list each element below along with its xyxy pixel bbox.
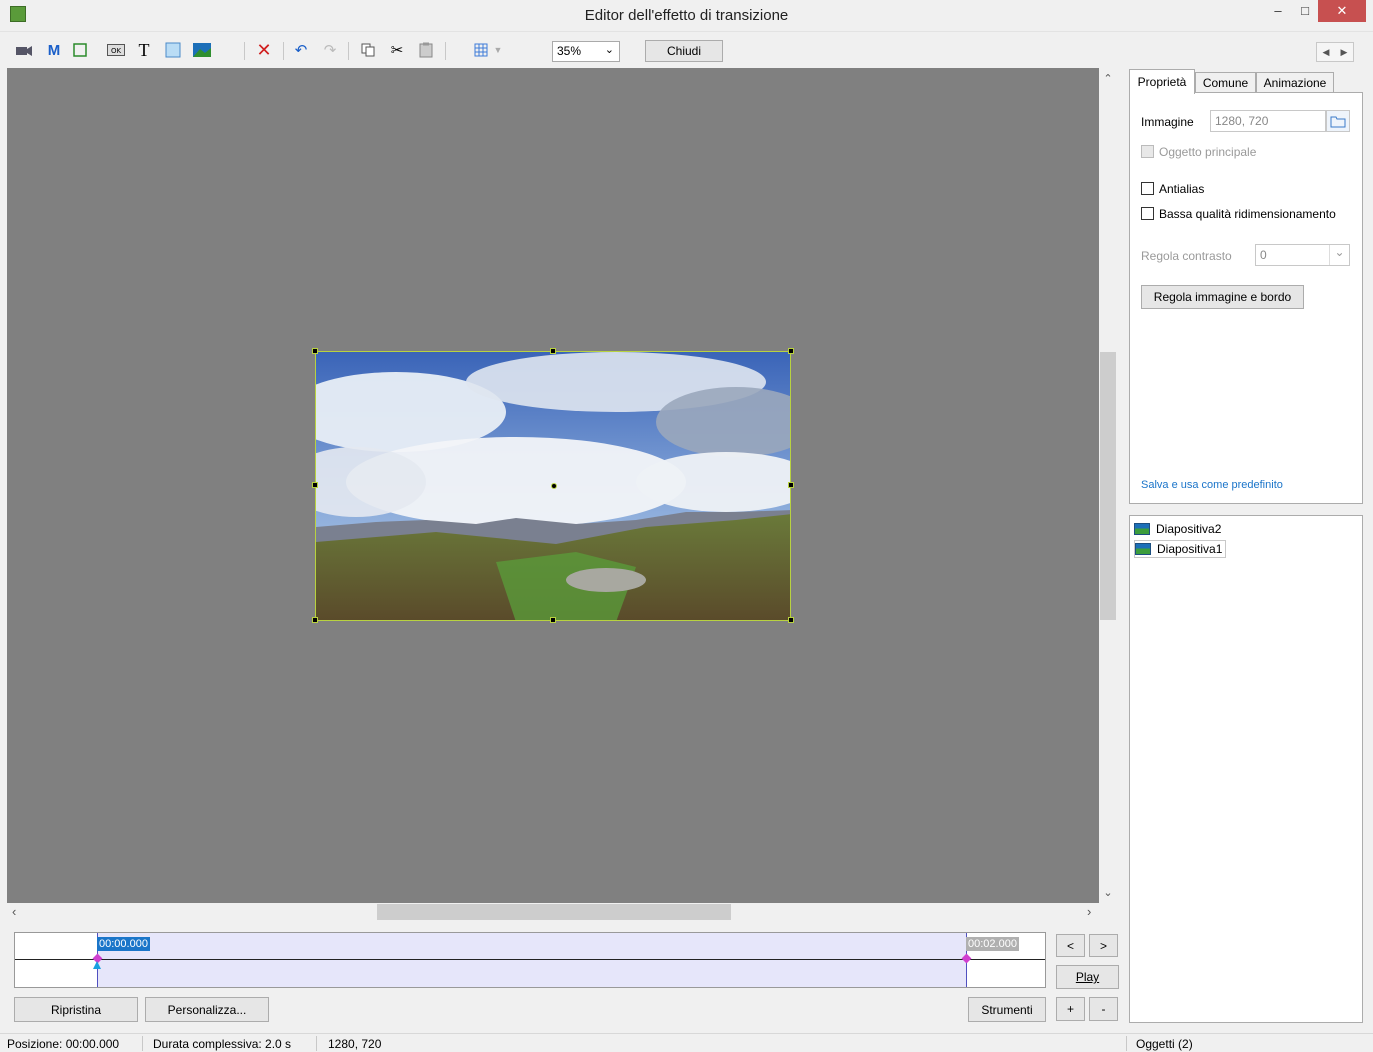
timeline[interactable]: 00:00.000 00:02.000 [14,932,1046,988]
arrow-right-icon[interactable]: ▶ [1341,47,1348,58]
chevron-down-icon: ⌄ [1329,245,1349,265]
properties-panel: Immagine 1280, 720 Oggetto principale An… [1129,92,1363,504]
customize-button[interactable]: Personalizza... [145,997,269,1022]
contrast-label: Regola contrasto [1141,249,1232,263]
delete-icon[interactable]: ✕ [254,40,274,60]
arrow-left-icon[interactable]: ◀ [1323,47,1330,58]
title-bar: Editor dell'effetto di transizione – □ ✕ [0,0,1373,32]
tab-properties[interactable]: Proprietà [1129,69,1195,94]
frame-icon[interactable] [70,40,90,60]
resize-handle-right[interactable] [788,482,794,488]
resize-handle-bottom[interactable] [550,617,556,623]
image-icon [1134,523,1150,535]
resize-handle-left[interactable] [312,482,318,488]
prev-button[interactable]: < [1056,934,1085,957]
horizontal-scroll-thumb[interactable] [377,904,731,920]
status-bar: Posizione: 00:00.000 Durata complessiva:… [0,1033,1373,1052]
image-label: Immagine [1141,115,1194,129]
cut-icon[interactable]: ✂ [387,40,407,60]
main-object-label: Oggetto principale [1159,145,1257,159]
low-quality-checkbox[interactable] [1141,207,1154,220]
playhead-cursor[interactable] [93,961,101,969]
zoom-select[interactable]: 35% ⌄ [552,41,620,62]
scroll-left-icon[interactable]: ‹ [12,904,16,919]
resize-handle-bottom-left[interactable] [312,617,318,623]
tools-button[interactable]: Strumenti [968,997,1046,1022]
vertical-scroll-thumb[interactable] [1100,352,1116,620]
m-icon[interactable]: M [44,40,64,60]
antialias-checkbox[interactable] [1141,182,1154,195]
timeline-start-time: 00:00.000 [97,937,150,951]
redo-icon[interactable]: ↷ [320,40,340,60]
resize-handle-top-right[interactable] [788,348,794,354]
timeline-track-line [15,959,1045,960]
panel-nav-arrows[interactable]: ◀ ▶ [1316,42,1354,62]
contrast-value: 0 [1260,248,1267,262]
window-title: Editor dell'effetto di transizione [584,7,789,24]
save-default-link[interactable]: Salva e usa come predefinito [1141,479,1283,491]
maximize-button[interactable]: □ [1292,0,1318,22]
camera-icon[interactable] [14,40,34,60]
copy-icon[interactable] [358,40,378,60]
rectangle-icon[interactable] [163,40,183,60]
zoom-value: 35% [557,44,582,58]
timeline-range [97,933,966,987]
resize-handle-bottom-right[interactable] [788,617,794,623]
resize-handle-top-left[interactable] [312,348,318,354]
scroll-up-icon[interactable]: ⌃ [1099,72,1117,85]
status-duration: Durata complessiva: 2.0 s [153,1037,292,1051]
objects-count: Oggetti (2) [1136,1037,1193,1051]
minimize-button[interactable]: – [1264,0,1292,22]
add-keyframe-button[interactable]: + [1056,997,1085,1021]
objects-panel: Diapositiva2 Diapositiva1 [1129,515,1363,1023]
contrast-select[interactable]: 0 ⌄ [1255,244,1350,266]
image-icon[interactable] [192,40,212,60]
text-icon[interactable]: T [134,40,154,60]
tab-common[interactable]: Comune [1195,72,1256,93]
vertical-scrollbar[interactable]: ⌃ ⌄ [1099,68,1117,903]
antialias-label: Antialias [1159,182,1205,196]
scroll-right-icon[interactable]: › [1087,904,1091,919]
adjust-image-border-button[interactable]: Regola immagine e bordo [1141,285,1304,309]
folder-open-icon[interactable] [1326,110,1350,132]
center-handle[interactable] [551,483,557,489]
ok-button-icon[interactable]: OK [106,40,126,60]
object-item-label: Diapositiva1 [1157,542,1223,556]
status-position: Posizione: 00:00.000 [7,1037,120,1051]
object-item-diapositiva2[interactable]: Diapositiva2 [1134,520,1221,538]
image-icon [1135,543,1151,555]
svg-text:OK: OK [111,47,122,55]
scroll-down-icon[interactable]: ⌄ [1099,886,1117,899]
horizontal-scrollbar[interactable]: ‹ › [7,903,1099,921]
chevron-down-icon: ⌄ [604,44,614,56]
play-button[interactable]: Play [1056,965,1119,989]
reset-button[interactable]: Ripristina [14,997,138,1022]
next-button[interactable]: > [1089,934,1118,957]
main-object-checkbox[interactable] [1141,145,1154,158]
timeline-end-time: 00:02.000 [966,937,1019,951]
resize-handle-top[interactable] [550,348,556,354]
grid-icon[interactable]: ▼ [470,40,506,60]
remove-keyframe-button[interactable]: - [1089,997,1118,1021]
close-window-button[interactable]: ✕ [1318,0,1366,22]
close-button[interactable]: Chiudi [645,40,723,62]
image-size-field[interactable]: 1280, 720 [1210,110,1326,132]
object-item-diapositiva1[interactable]: Diapositiva1 [1134,540,1227,558]
status-size: 1280, 720 [328,1037,382,1051]
undo-icon[interactable]: ↶ [291,40,311,60]
paste-icon[interactable] [416,40,436,60]
low-quality-label: Bassa qualità ridimensionamento [1159,207,1336,221]
object-item-label: Diapositiva2 [1156,522,1222,536]
tab-animation[interactable]: Animazione [1256,72,1334,93]
